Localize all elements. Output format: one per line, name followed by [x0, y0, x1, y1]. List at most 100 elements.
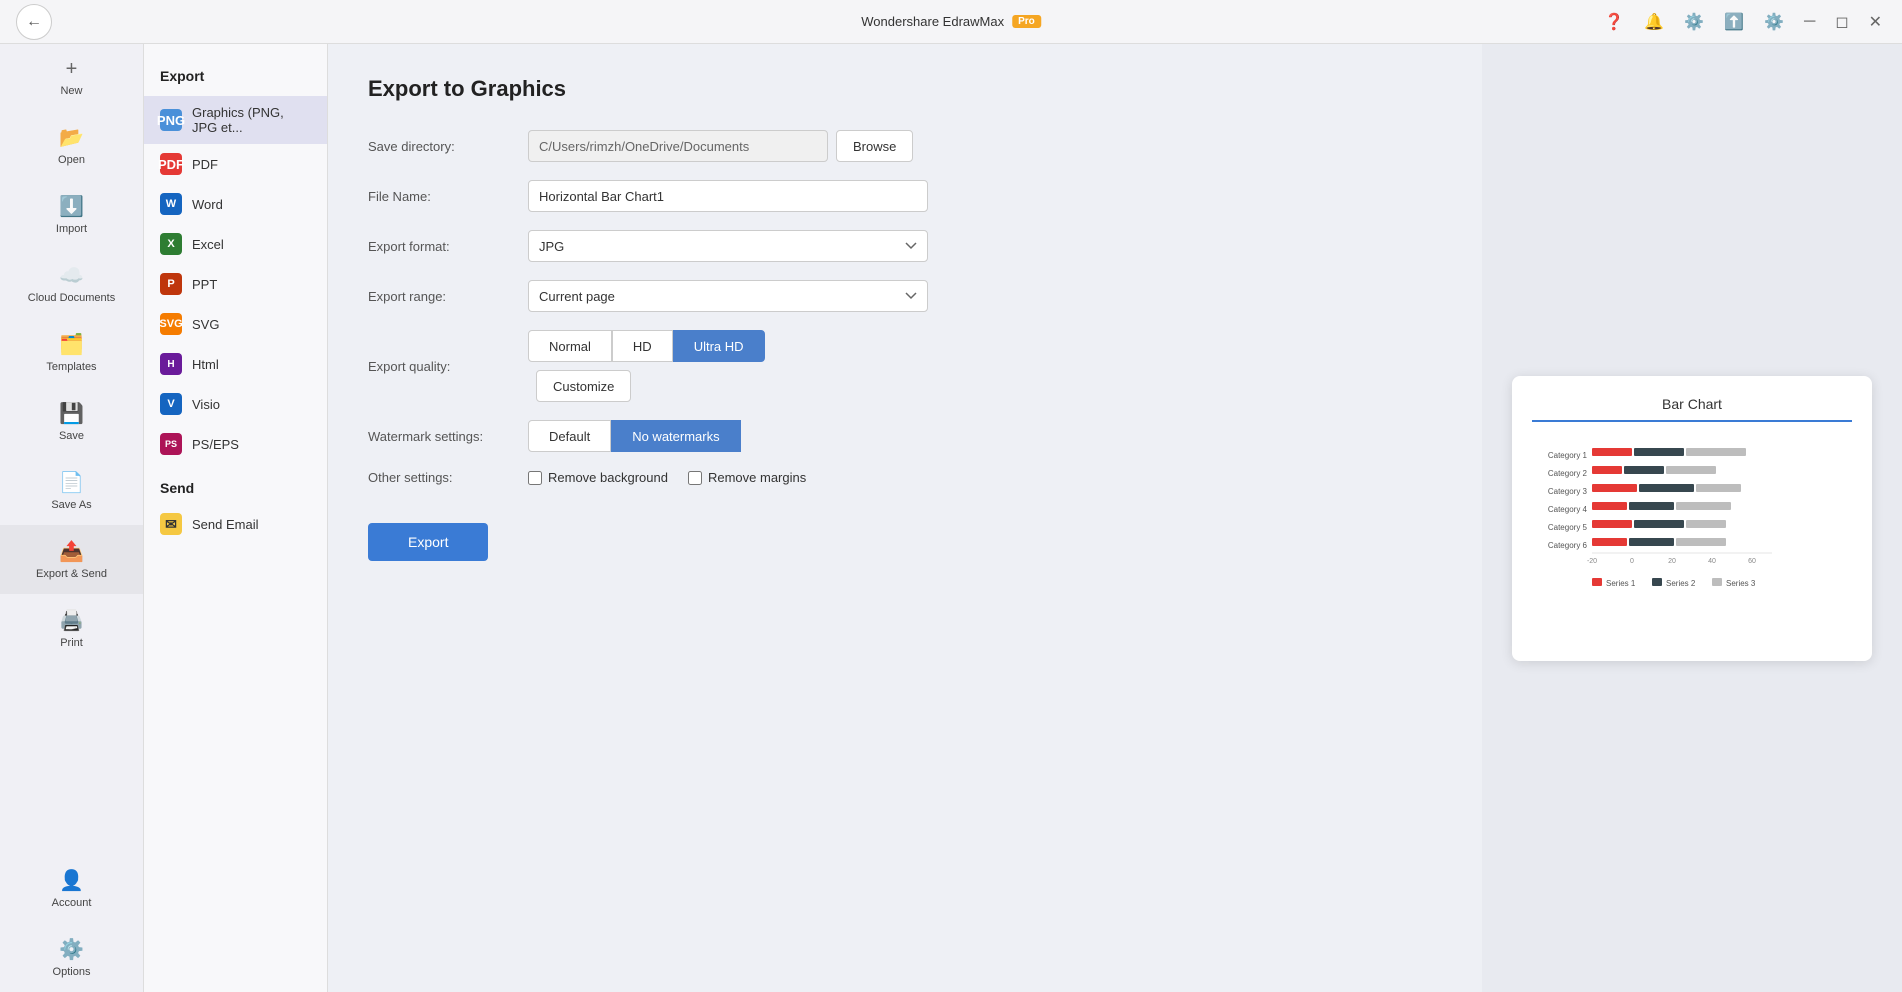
- ppt-label: PPT: [192, 277, 217, 292]
- sidebar-item-import[interactable]: ⬇️ Import: [0, 180, 143, 249]
- export-menu-email[interactable]: ✉ Send Email: [144, 504, 327, 544]
- watermark-row: Watermark settings: Default No watermark…: [368, 420, 1442, 452]
- preview-card: Bar Chart Category 1 Category 2: [1512, 376, 1872, 661]
- share-icon[interactable]: ⬆️: [1720, 8, 1748, 36]
- export-quality-label: Export quality:: [368, 359, 528, 374]
- graphics-label: Graphics (PNG, JPG et...: [192, 105, 311, 135]
- remove-margins-checkbox[interactable]: Remove margins: [688, 470, 806, 485]
- watermark-default-button[interactable]: Default: [528, 420, 611, 452]
- export-menu-pseps[interactable]: PS PS/EPS: [144, 424, 327, 464]
- quality-hd-button[interactable]: HD: [612, 330, 673, 362]
- excel-icon: X: [160, 233, 182, 255]
- sidebar-label-templates: Templates: [46, 361, 96, 373]
- export-menu-visio[interactable]: V Visio: [144, 384, 327, 424]
- remove-background-input[interactable]: [528, 471, 542, 485]
- remove-background-checkbox[interactable]: Remove background: [528, 470, 668, 485]
- watermark-controls: Default No watermarks: [528, 420, 1442, 452]
- sidebar-item-saveas[interactable]: 📄 Save As: [0, 456, 143, 525]
- sidebar-item-account[interactable]: 👤 Account: [0, 854, 143, 923]
- svg-text:0: 0: [1630, 558, 1634, 565]
- sidebar-item-save[interactable]: 💾 Save: [0, 387, 143, 456]
- sidebar-item-export[interactable]: 📤 Export & Send: [0, 525, 143, 594]
- sidebar-bottom: 👤 Account ⚙️ Options: [0, 854, 143, 992]
- email-icon: ✉: [160, 513, 182, 535]
- settings-icon[interactable]: ⚙️: [1760, 8, 1788, 36]
- customize-button[interactable]: Customize: [536, 370, 631, 402]
- preview-area: Bar Chart Category 1 Category 2: [1482, 44, 1902, 992]
- minimize-button[interactable]: ─: [1800, 9, 1819, 35]
- sidebar-item-options[interactable]: ⚙️ Options: [0, 923, 143, 992]
- title-bar-left: ←: [16, 4, 52, 40]
- svg-text:Category 5: Category 5: [1548, 523, 1588, 532]
- word-label: Word: [192, 197, 223, 212]
- save-directory-controls: Browse: [528, 130, 1442, 162]
- sidebar-item-new[interactable]: + New: [0, 44, 143, 111]
- sidebar-label-options: Options: [53, 966, 91, 978]
- svg-text:60: 60: [1748, 558, 1756, 565]
- remove-margins-label: Remove margins: [708, 470, 806, 485]
- export-range-controls: Current page All pages Selected pages: [528, 280, 1442, 312]
- export-quality-row: Export quality: Normal HD Ultra HD Custo…: [368, 330, 1442, 402]
- sidebar-item-print[interactable]: 🖨️ Print: [0, 594, 143, 663]
- pdf-label: PDF: [192, 157, 218, 172]
- sidebar-narrow: + New 📂 Open ⬇️ Import ☁️ Cloud Document…: [0, 44, 144, 992]
- main-container: + New 📂 Open ⬇️ Import ☁️ Cloud Document…: [0, 44, 1902, 992]
- file-name-row: File Name:: [368, 180, 1442, 212]
- visio-label: Visio: [192, 397, 220, 412]
- html-icon: H: [160, 353, 182, 375]
- save-directory-input[interactable]: [528, 130, 828, 162]
- remove-margins-input[interactable]: [688, 471, 702, 485]
- graphics-icon: PNG: [160, 109, 182, 131]
- export-menu-graphics[interactable]: PNG Graphics (PNG, JPG et...: [144, 96, 327, 144]
- export-format-controls: JPG PNG BMP GIF SVG: [528, 230, 1442, 262]
- svg-text:Series 3: Series 3: [1726, 579, 1756, 588]
- export-menu-svg[interactable]: SVG SVG: [144, 304, 327, 344]
- help-icon[interactable]: ❓: [1600, 8, 1628, 36]
- pro-badge: Pro: [1012, 15, 1041, 28]
- svg-text:Category 3: Category 3: [1548, 487, 1588, 496]
- sidebar-label-cloud: Cloud Documents: [28, 292, 115, 304]
- tools-icon[interactable]: ⚙️: [1680, 8, 1708, 36]
- export-range-row: Export range: Current page All pages Sel…: [368, 280, 1442, 312]
- quality-normal-button[interactable]: Normal: [528, 330, 612, 362]
- export-icon: 📤: [59, 539, 84, 564]
- sidebar-item-templates[interactable]: 🗂️ Templates: [0, 318, 143, 387]
- export-menu-excel[interactable]: X Excel: [144, 224, 327, 264]
- word-icon: W: [160, 193, 182, 215]
- export-format-row: Export format: JPG PNG BMP GIF SVG: [368, 230, 1442, 262]
- save-directory-row: Save directory: Browse: [368, 130, 1442, 162]
- export-menu-word[interactable]: W Word: [144, 184, 327, 224]
- export-range-select[interactable]: Current page All pages Selected pages: [528, 280, 928, 312]
- cloud-icon: ☁️: [59, 263, 84, 288]
- html-label: Html: [192, 357, 219, 372]
- sidebar-label-export: Export & Send: [36, 568, 107, 580]
- export-menu-pdf[interactable]: PDF PDF: [144, 144, 327, 184]
- file-name-input[interactable]: [528, 180, 928, 212]
- quality-ultrahd-button[interactable]: Ultra HD: [673, 330, 765, 362]
- pdf-icon: PDF: [160, 153, 182, 175]
- browse-button[interactable]: Browse: [836, 130, 913, 162]
- templates-icon: 🗂️: [59, 332, 84, 357]
- watermark-none-button[interactable]: No watermarks: [611, 420, 740, 452]
- back-button[interactable]: ←: [16, 4, 52, 40]
- email-label: Send Email: [192, 517, 258, 532]
- export-menu-html[interactable]: H Html: [144, 344, 327, 384]
- saveas-icon: 📄: [59, 470, 84, 495]
- svg-text:20: 20: [1668, 558, 1676, 565]
- svg-text:Series 2: Series 2: [1666, 579, 1696, 588]
- svg-text:Category 1: Category 1: [1548, 451, 1588, 460]
- notification-icon[interactable]: 🔔: [1640, 8, 1668, 36]
- close-button[interactable]: ✕: [1865, 8, 1886, 36]
- export-button[interactable]: Export: [368, 523, 488, 561]
- other-settings-row: Other settings: Remove background Remove…: [368, 470, 1442, 485]
- export-format-select[interactable]: JPG PNG BMP GIF SVG: [528, 230, 928, 262]
- pseps-label: PS/EPS: [192, 437, 239, 452]
- file-name-controls: [528, 180, 1442, 212]
- sidebar-label-account: Account: [52, 897, 92, 909]
- sidebar-item-open[interactable]: 📂 Open: [0, 111, 143, 180]
- sidebar-item-cloud[interactable]: ☁️ Cloud Documents: [0, 249, 143, 318]
- export-menu-ppt[interactable]: P PPT: [144, 264, 327, 304]
- title-bar-center: Wondershare EdrawMax Pro: [861, 14, 1041, 29]
- maximize-button[interactable]: ◻: [1831, 8, 1852, 36]
- open-icon: 📂: [59, 125, 84, 150]
